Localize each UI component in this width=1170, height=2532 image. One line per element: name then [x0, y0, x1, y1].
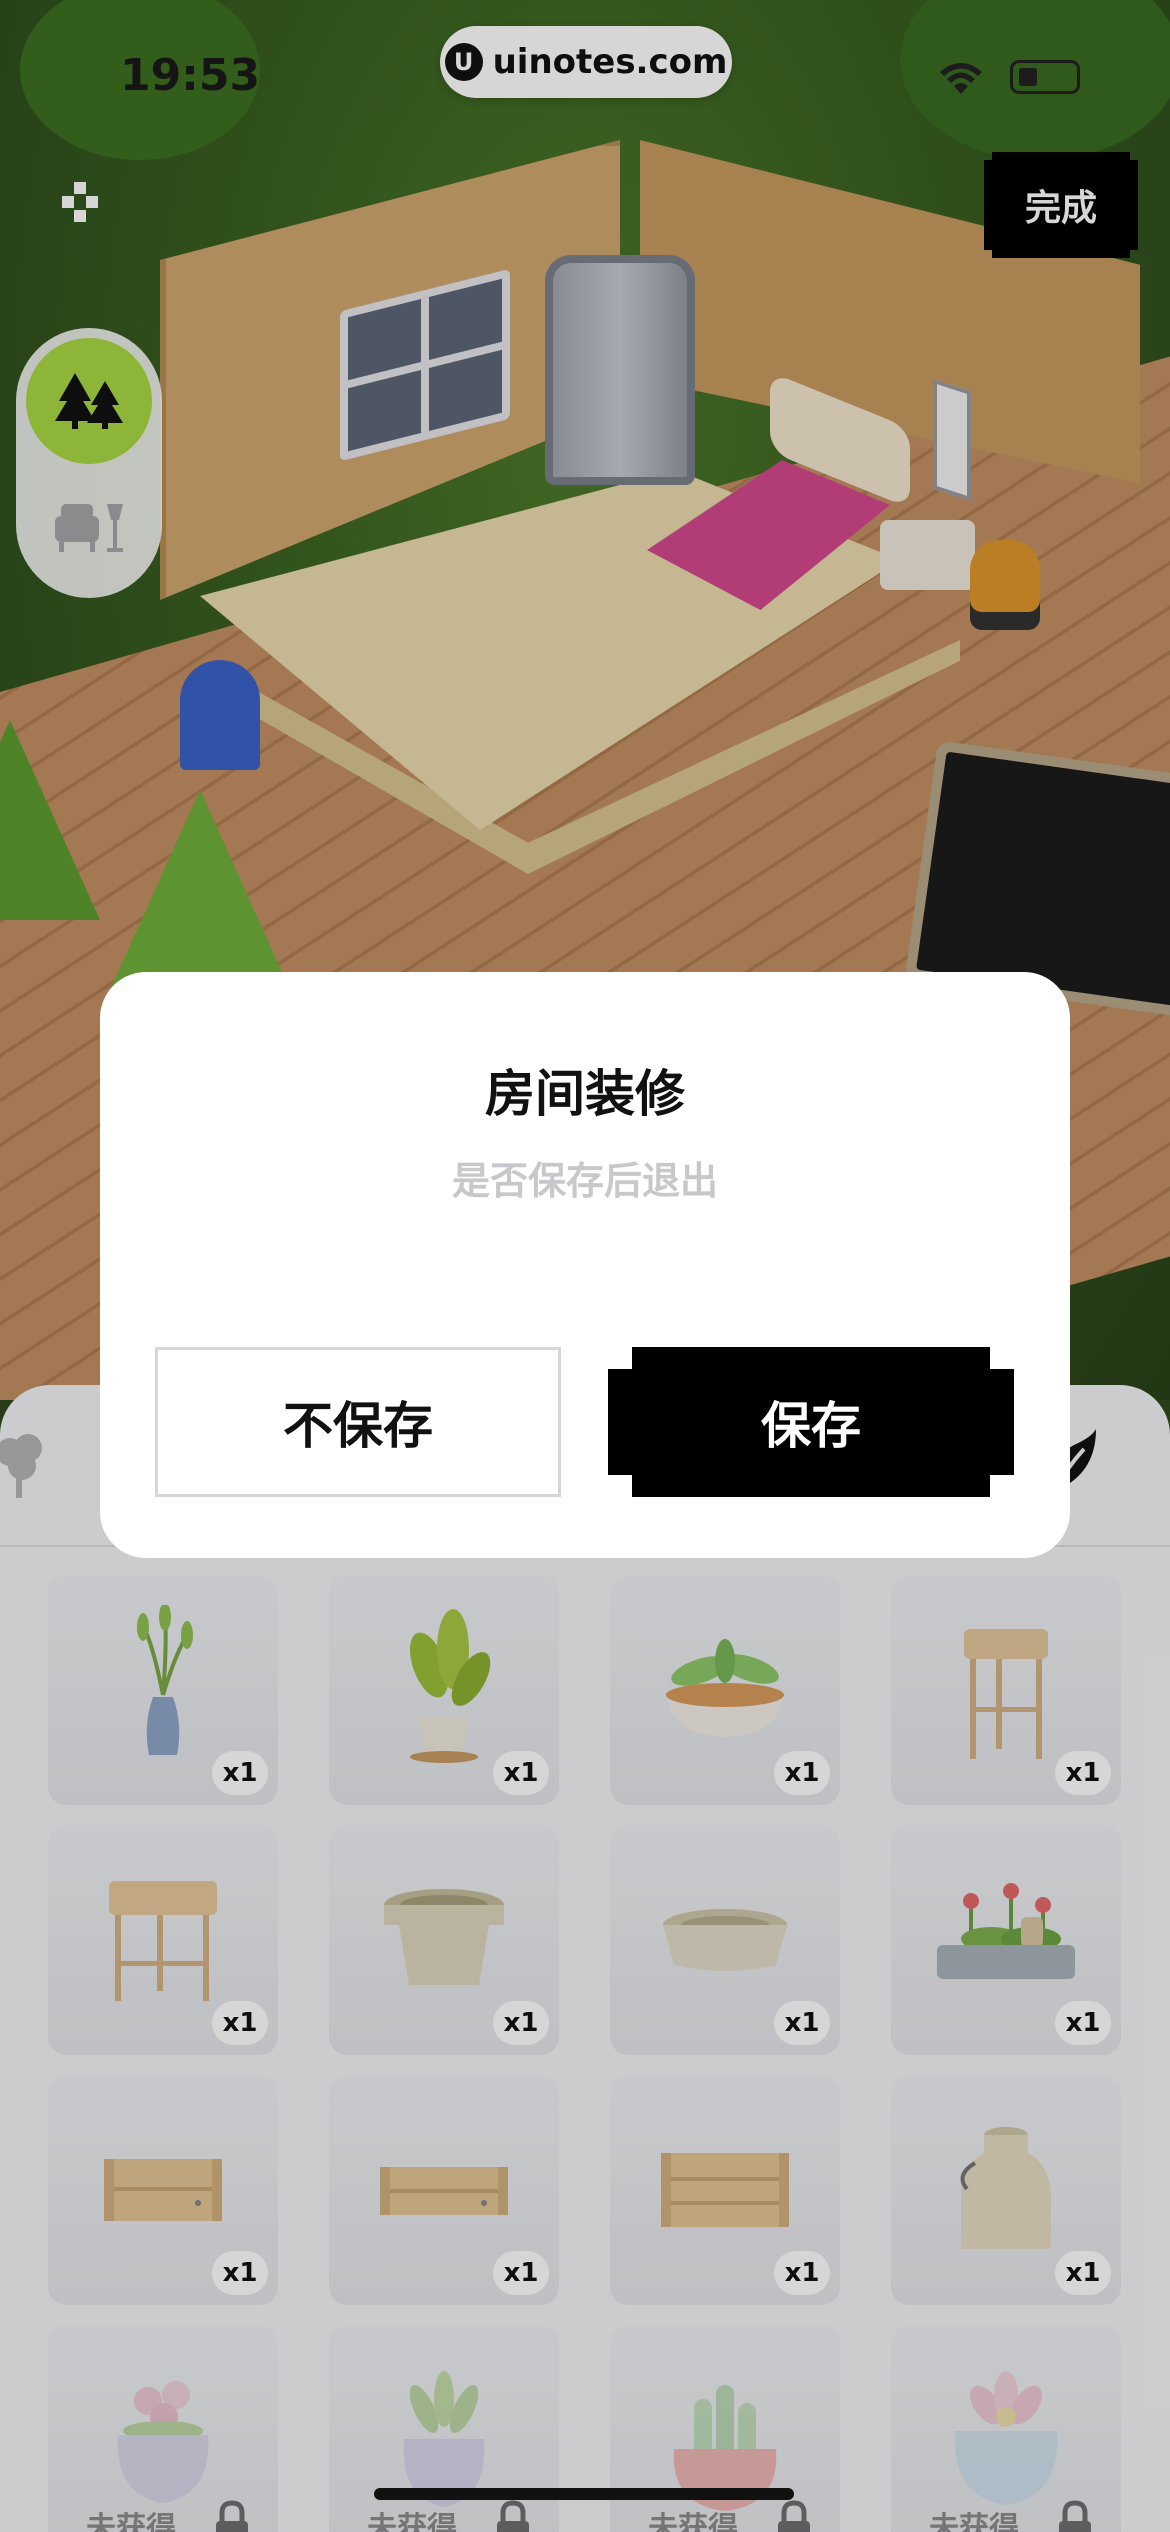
save-dialog: 房间装修 是否保存后退出 不保存 保存 [100, 972, 1070, 1558]
home-indicator[interactable] [374, 2488, 794, 2500]
save-button[interactable]: 保存 [608, 1347, 1014, 1497]
dont-save-button[interactable]: 不保存 [155, 1347, 561, 1497]
dialog-message: 是否保存后退出 [451, 1159, 718, 1203]
dialog-title: 房间装修 [485, 1065, 685, 1123]
